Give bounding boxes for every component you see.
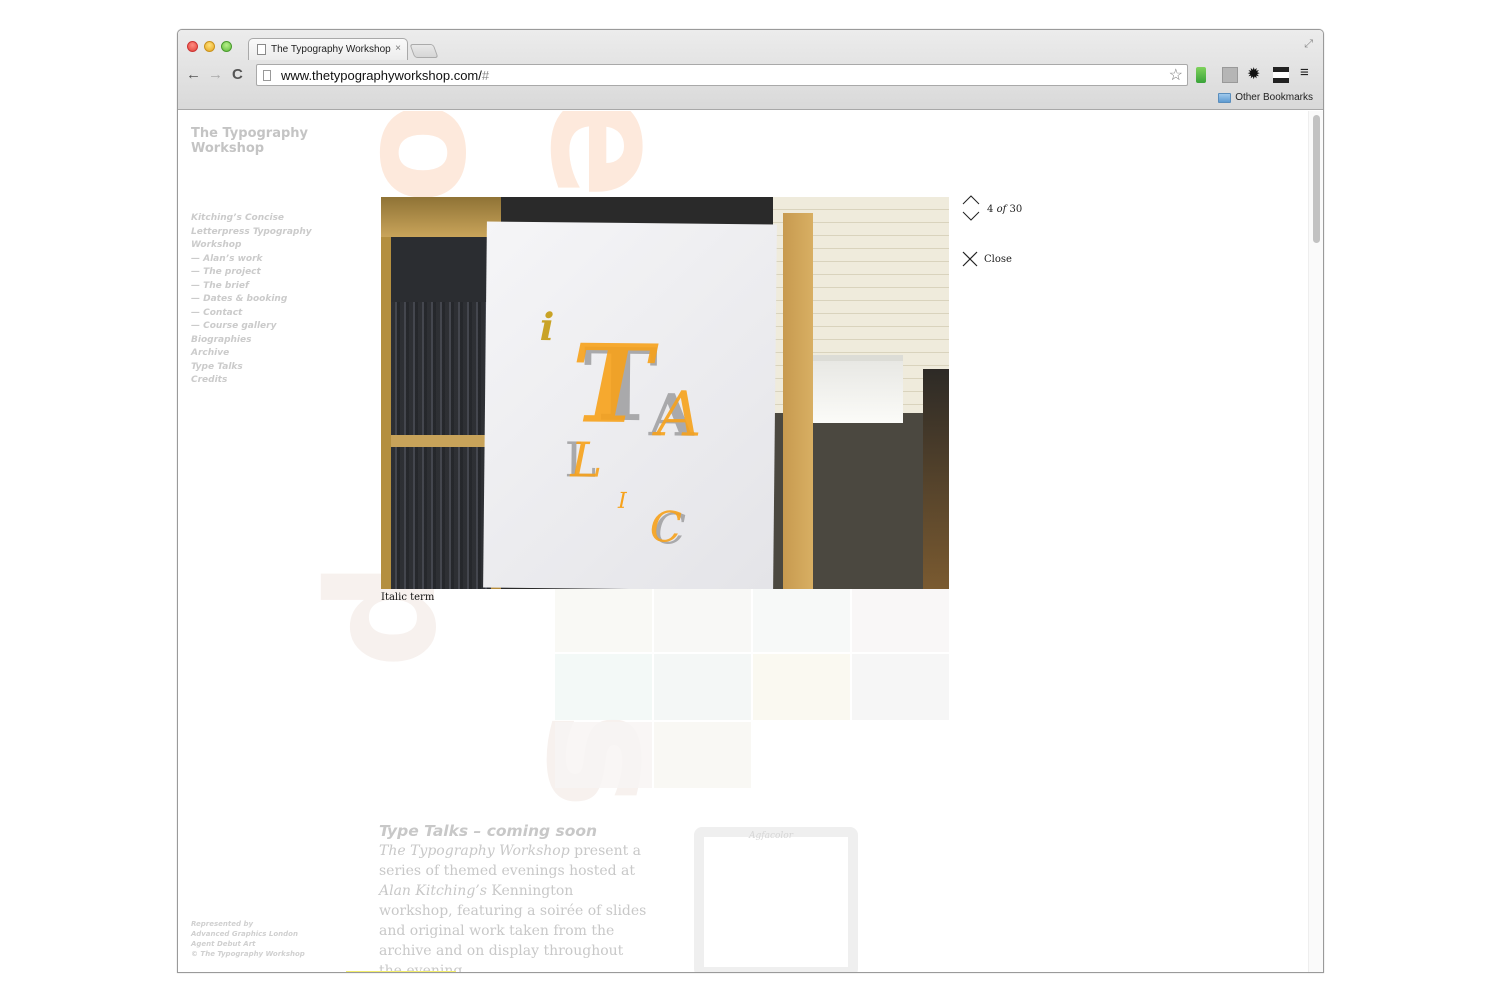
chevron-up-icon bbox=[962, 195, 980, 205]
nav-link-archive[interactable]: Archive bbox=[191, 347, 312, 361]
reader-extension-icon[interactable] bbox=[1273, 67, 1289, 83]
next-image-button[interactable] bbox=[962, 211, 982, 223]
nav-link-dates-booking[interactable]: — Dates & booking bbox=[191, 293, 312, 307]
gallery-thumbnail[interactable] bbox=[654, 722, 751, 788]
tab-close-icon[interactable]: × bbox=[395, 43, 401, 54]
page-scrollbar[interactable] bbox=[1308, 111, 1323, 972]
lightbox-caption: Italic term bbox=[381, 592, 435, 603]
page-icon bbox=[263, 69, 271, 81]
gallery-thumbnail[interactable] bbox=[852, 586, 949, 652]
browser-toolbar: The Typography Workshop × ⤢ ← → C www.th… bbox=[178, 30, 1323, 110]
menu-icon[interactable]: ≡ bbox=[1300, 64, 1316, 81]
background-letter: o bbox=[346, 111, 520, 205]
gallery-thumbnail[interactable] bbox=[654, 654, 751, 720]
slide-frame-image: Agfacolor bbox=[694, 827, 858, 972]
type-talks-heading: Type Talks – coming soon bbox=[379, 822, 598, 840]
lightbox-image[interactable]: i T T A A L L I C C bbox=[381, 197, 949, 589]
footer-credits: Represented by Advanced Graphics London … bbox=[191, 920, 305, 958]
nav-link-biographies[interactable]: Biographies bbox=[191, 334, 312, 348]
nav-link-letterpress-typography[interactable]: Letterpress Typography bbox=[191, 226, 312, 240]
previous-image-button[interactable] bbox=[962, 195, 982, 207]
scrollbar-thumb[interactable] bbox=[1313, 115, 1320, 243]
gallery-thumbnail[interactable] bbox=[753, 654, 850, 720]
type-talks-section: Type Talks – coming soon The Typography … bbox=[379, 821, 649, 973]
lightbox-close-button[interactable]: Close bbox=[962, 251, 1012, 267]
forward-button[interactable]: → bbox=[208, 66, 223, 83]
nav-link-contact[interactable]: — Contact bbox=[191, 307, 312, 321]
background-letter: e bbox=[515, 111, 702, 200]
green-extension-icon[interactable] bbox=[1196, 67, 1206, 83]
nav-link-alans-work[interactable]: — Alan’s work bbox=[191, 253, 312, 267]
nav-link-kitchings-concise[interactable]: Kitching’s Concise bbox=[191, 212, 312, 226]
gallery-thumbnail[interactable] bbox=[654, 586, 751, 652]
tab-title: The Typography Workshop bbox=[271, 44, 391, 55]
type-talks-body: The Typography Workshop present a series… bbox=[379, 843, 647, 973]
nav-link-the-project[interactable]: — The project bbox=[191, 266, 312, 280]
folder-icon bbox=[1218, 92, 1232, 103]
page-icon bbox=[257, 44, 266, 55]
site-navigation: Kitching’s Concise Letterpress Typograph… bbox=[191, 212, 312, 388]
nav-link-course-gallery[interactable]: — Course gallery bbox=[191, 320, 312, 334]
photo-sink-area bbox=[773, 197, 949, 589]
tab-typography-workshop[interactable]: The Typography Workshop × bbox=[248, 38, 408, 60]
chevron-down-icon bbox=[962, 211, 980, 221]
other-bookmarks-label: Other Bookmarks bbox=[1235, 92, 1313, 103]
page-content: o e p s The Typography Workshop Kitching… bbox=[178, 111, 1309, 973]
address-bar[interactable]: www.thetypographyworkshop.com/# ☆ bbox=[256, 64, 1188, 86]
zoom-window-button[interactable] bbox=[221, 41, 232, 52]
site-logo[interactable]: The Typography Workshop bbox=[191, 126, 331, 156]
nav-link-type-talks[interactable]: Type Talks bbox=[191, 361, 312, 375]
browser-window: The Typography Workshop × ⤢ ← → C www.th… bbox=[177, 29, 1324, 973]
url-text: www.thetypographyworkshop.com/# bbox=[281, 67, 490, 83]
lightbox-navigation bbox=[962, 195, 982, 223]
nav-link-the-brief[interactable]: — The brief bbox=[191, 280, 312, 294]
grey-extension-icon[interactable] bbox=[1222, 67, 1238, 83]
gallery-thumbnail[interactable] bbox=[753, 586, 850, 652]
close-icon bbox=[962, 251, 978, 267]
gear-icon[interactable]: ✹ bbox=[1247, 64, 1263, 83]
image-counter: 4 of 30 bbox=[987, 204, 1023, 215]
bookmark-star-icon[interactable]: ☆ bbox=[1169, 65, 1183, 85]
gallery-thumbnail[interactable] bbox=[555, 654, 652, 720]
fullscreen-icon[interactable]: ⤢ bbox=[1304, 38, 1313, 51]
reload-button[interactable]: C bbox=[232, 66, 243, 83]
gallery-thumbnail[interactable] bbox=[555, 722, 652, 788]
other-bookmarks[interactable]: Other Bookmarks bbox=[1218, 92, 1313, 103]
gallery-thumbnail[interactable] bbox=[852, 654, 949, 720]
back-button[interactable]: ← bbox=[186, 66, 201, 83]
decorative-strip bbox=[346, 971, 456, 972]
new-tab-button[interactable] bbox=[409, 44, 439, 58]
nav-link-workshop[interactable]: Workshop bbox=[191, 239, 312, 253]
nav-link-credits[interactable]: Credits bbox=[191, 374, 312, 388]
italic-print-sheet: i T T A A L L I C C bbox=[483, 221, 777, 589]
gallery-thumbnail[interactable] bbox=[555, 586, 652, 652]
close-window-button[interactable] bbox=[187, 41, 198, 52]
minimize-window-button[interactable] bbox=[204, 41, 215, 52]
